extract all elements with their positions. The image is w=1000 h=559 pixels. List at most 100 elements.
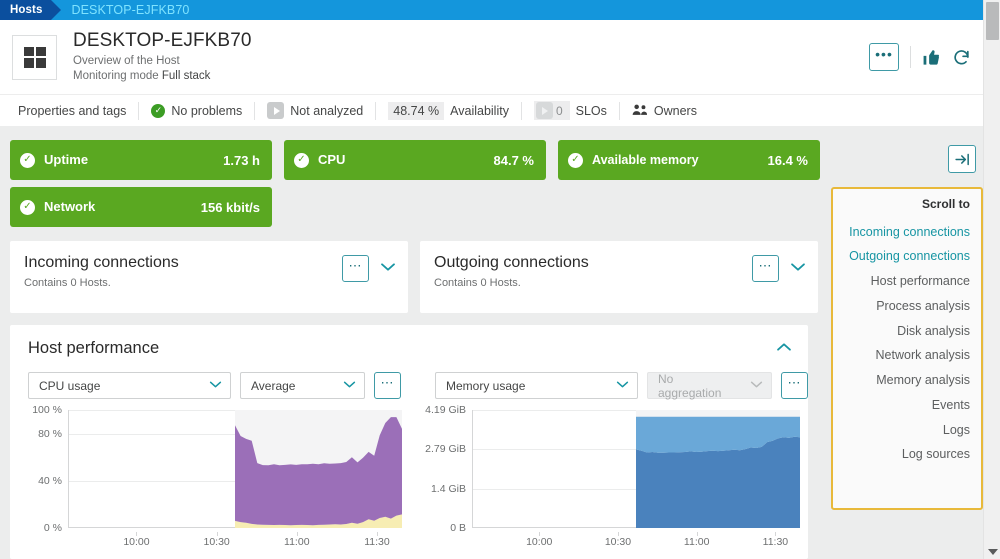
analysis-label: Not analyzed — [290, 103, 364, 118]
charts-row: 0 % 40 % 80 % 100 % 10:00 10:30 11:00 11:30 0 … — [10, 399, 808, 550]
chevron-up-icon[interactable] — [776, 340, 792, 357]
card-actions: ⋯ — [752, 254, 806, 282]
chevron-down-icon — [333, 380, 356, 392]
connection-cards: Incoming connections Contains 0 Hosts. ⋯… — [10, 241, 818, 313]
y-tick-label: 100 % — [32, 404, 62, 416]
y-tick-label: 4.19 GiB — [425, 404, 466, 416]
slo-status[interactable]: 0 SLOs — [522, 101, 619, 121]
scroll-to-title: Scroll to — [921, 197, 970, 211]
more-options-button[interactable]: ⋯ — [342, 255, 369, 282]
chevron-down-icon[interactable] — [380, 261, 396, 276]
x-tick-label: 11:00 — [284, 536, 310, 548]
breadcrumb: Hosts DESKTOP-EJFKB70 — [0, 0, 983, 20]
kpi-value: 156 kbit/s — [200, 199, 260, 215]
series-area — [636, 410, 800, 528]
metric-select-right[interactable]: Memory usage — [435, 372, 638, 399]
breadcrumb-current[interactable]: DESKTOP-EJFKB70 — [71, 3, 189, 17]
check-circle-icon: ✓ — [151, 103, 166, 118]
header-actions: ••• — [869, 43, 971, 71]
page-subtitle: Overview of the Host — [73, 55, 180, 68]
owners-status[interactable]: Owners — [620, 101, 709, 121]
problems-status[interactable]: ✓ No problems — [139, 101, 254, 121]
chart-memory-plot[interactable] — [472, 410, 800, 528]
kpi-tile-network[interactable]: ✓ Network 156 kbit/s — [10, 187, 272, 227]
availability-status[interactable]: 48.74 % Availability — [376, 101, 521, 121]
collapse-right-icon[interactable] — [948, 145, 976, 173]
chart-options-button-left[interactable]: ⋯ — [374, 372, 401, 399]
thumbs-up-icon[interactable] — [922, 48, 941, 67]
y-tick-label: 40 % — [38, 474, 62, 487]
scroll-to-item-network-analysis[interactable]: Network analysis — [841, 344, 970, 369]
host-logo — [12, 34, 57, 80]
chart-cpu-x-axis: 10:00 10:30 11:00 11:30 — [68, 532, 402, 548]
chart-options-button-right[interactable]: ⋯ — [781, 372, 808, 399]
chart-cpu-plot[interactable] — [68, 410, 402, 528]
scroll-to-item-logs[interactable]: Logs — [841, 418, 970, 443]
more-options-button[interactable]: ••• — [869, 43, 899, 71]
kpi-tile-available-memory[interactable]: ✓ Available memory 16.4 % — [558, 140, 820, 180]
host-overview-page: Hosts DESKTOP-EJFKB70 DESKTOP-EJFKB70 Ov… — [0, 0, 1000, 559]
scroll-to-item-outgoing-connections[interactable]: Outgoing connections — [841, 245, 970, 270]
card-title: Incoming connections — [24, 254, 179, 271]
scroll-to-item-events[interactable]: Events — [841, 393, 970, 418]
vertical-scrollbar[interactable] — [983, 0, 1000, 559]
breadcrumb-root[interactable]: Hosts — [0, 0, 62, 20]
slo-count: 0 — [555, 103, 563, 118]
chevron-down-icon — [199, 380, 222, 392]
chevron-down-icon[interactable] — [790, 261, 806, 276]
kpi-row-1: ✓ Uptime 1.73 h ✓ CPU 84.7 % ✓ Available… — [10, 140, 820, 180]
slo-gauge-icon — [535, 102, 553, 119]
section-title: Host performance — [28, 339, 160, 357]
scroll-to-item-incoming-connections[interactable]: Incoming connections — [841, 220, 970, 245]
host-performance-section: Host performance CPU usage Average ⋯ Mem… — [10, 325, 808, 559]
scroll-to-panel: Scroll to Incoming connections Outgoing … — [831, 187, 983, 510]
chart-cpu-usage: 0 % 40 % 80 % 100 % 10:00 10:30 11:00 11:30 — [10, 404, 410, 550]
host-performance-header: Host performance — [10, 339, 808, 358]
availability-label: Availability — [450, 103, 509, 118]
page-header: DESKTOP-EJFKB70 Overview of the Host Mon… — [0, 20, 983, 94]
properties-and-tags-button[interactable]: Properties and tags — [12, 101, 138, 121]
chevron-down-icon — [740, 380, 763, 392]
play-icon — [267, 102, 285, 119]
y-tick-label: 2.79 GiB — [425, 443, 466, 456]
kpi-value: 1.73 h — [223, 152, 260, 168]
refresh-icon[interactable] — [952, 48, 971, 67]
scroll-to-item-host-performance[interactable]: Host performance — [841, 270, 970, 295]
series-area — [235, 410, 402, 528]
people-icon — [632, 103, 648, 119]
x-tick-label: 10:30 — [203, 536, 230, 548]
aggregation-select-left[interactable]: Average — [240, 372, 365, 399]
card-outgoing-connections: Outgoing connections Contains 0 Hosts. ⋯ — [420, 241, 818, 313]
card-subtitle: Contains 0 Hosts. — [434, 277, 521, 290]
host-title-block: DESKTOP-EJFKB70 Overview of the Host Mon… — [73, 30, 252, 84]
scroll-to-item-process-analysis[interactable]: Process analysis — [841, 294, 970, 319]
analysis-status[interactable]: Not analyzed — [255, 101, 375, 121]
scrollbar-thumb[interactable] — [986, 2, 999, 40]
kpi-tile-uptime[interactable]: ✓ Uptime 1.73 h — [10, 140, 272, 180]
scroll-to-item-log-sources[interactable]: Log sources — [841, 443, 970, 468]
kpi-label: CPU — [318, 151, 346, 167]
scroll-to-item-disk-analysis[interactable]: Disk analysis — [841, 319, 970, 344]
kpi-tile-cpu[interactable]: ✓ CPU 84.7 % — [284, 140, 546, 180]
card-incoming-connections: Incoming connections Contains 0 Hosts. ⋯ — [10, 241, 408, 313]
slo-label: SLOs — [575, 103, 607, 118]
x-tick-label: 11:30 — [762, 536, 789, 548]
y-tick-label: 1.4 GiB — [430, 482, 466, 495]
monitoring-mode: Monitoring mode Full stack — [73, 69, 252, 83]
scroll-to-item-memory-analysis[interactable]: Memory analysis — [841, 369, 970, 394]
x-tick-label: 10:30 — [604, 536, 632, 548]
divider — [910, 46, 911, 68]
scroll-down-arrow-icon[interactable] — [988, 549, 998, 555]
y-tick-label: 0 % — [43, 522, 62, 534]
card-subtitle: Contains 0 Hosts. — [24, 277, 111, 290]
kpi-tiles: ✓ Uptime 1.73 h ✓ CPU 84.7 % ✓ Available… — [10, 140, 820, 234]
aggregation-select-right: No aggregation — [647, 372, 772, 400]
chart-memory-usage: 0 B 1.4 GiB 2.79 GiB 4.19 GiB 10:00 10:30 11:… — [410, 404, 808, 550]
monitoring-mode-value: Full stack — [161, 70, 211, 83]
properties-and-tags-label: Properties and tags — [18, 103, 127, 118]
card-title: Outgoing connections — [434, 254, 589, 271]
more-options-button[interactable]: ⋯ — [752, 255, 779, 282]
kpi-value: 16.4 % — [767, 152, 808, 168]
metric-select-left[interactable]: CPU usage — [28, 372, 231, 399]
check-circle-icon: ✓ — [568, 152, 583, 168]
